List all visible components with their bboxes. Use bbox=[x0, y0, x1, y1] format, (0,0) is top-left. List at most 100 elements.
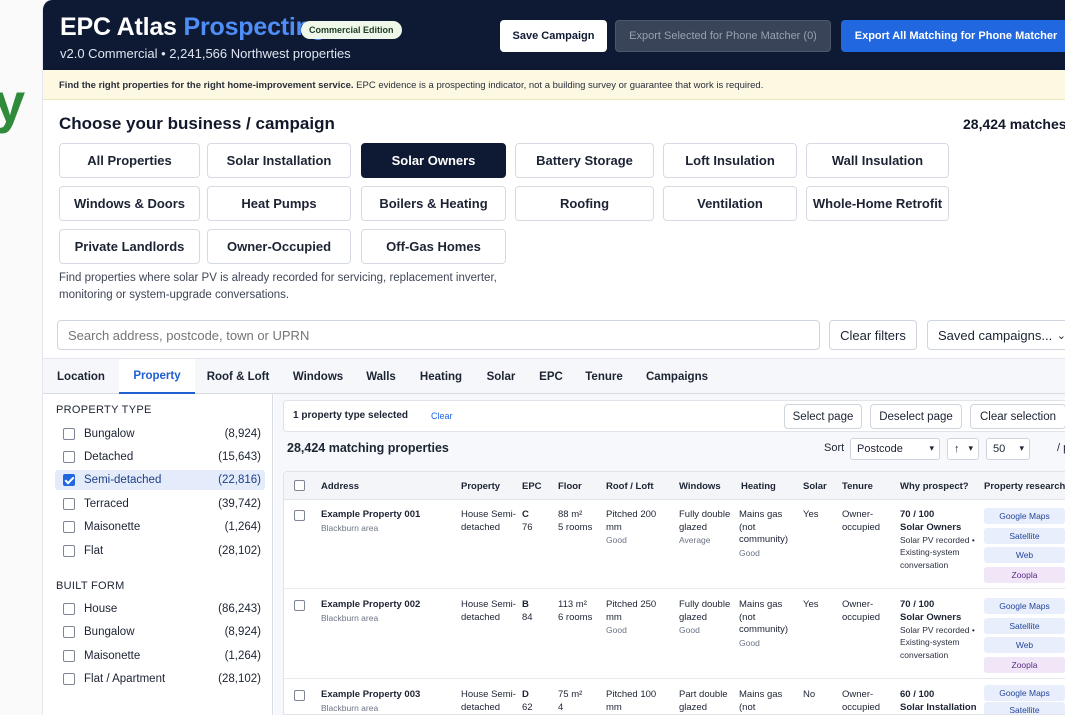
checkbox[interactable] bbox=[63, 498, 75, 510]
checkbox-checked[interactable] bbox=[63, 474, 75, 486]
col-why-prospect[interactable]: Why prospect? bbox=[900, 481, 969, 492]
checkbox[interactable] bbox=[63, 650, 75, 662]
campaign-boilers-heating[interactable]: Boilers & Heating bbox=[361, 186, 506, 221]
web-button[interactable]: Web bbox=[984, 637, 1065, 653]
campaign-windows-doors[interactable]: Windows & Doors bbox=[59, 186, 200, 221]
google-maps-button[interactable]: Google Maps bbox=[984, 508, 1065, 524]
prospect-campaign: Solar Installation bbox=[900, 701, 977, 713]
option-count: (8,924) bbox=[224, 626, 261, 638]
campaign-ventilation[interactable]: Ventilation bbox=[663, 186, 797, 221]
campaign-whole-home-retrofit[interactable]: Whole-Home Retrofit bbox=[806, 186, 949, 221]
google-maps-button[interactable]: Google Maps bbox=[984, 685, 1065, 701]
deselect-page-button[interactable]: Deselect page bbox=[870, 404, 962, 429]
campaign-loft-insulation[interactable]: Loft Insulation bbox=[663, 143, 797, 178]
tab-location[interactable]: Location bbox=[46, 359, 116, 394]
sort-select[interactable]: Postcode ▾ bbox=[850, 438, 940, 460]
rooms: 5 rooms bbox=[558, 521, 593, 533]
filter-option[interactable]: Flat / Apartment (28,102) bbox=[55, 669, 265, 689]
checkbox[interactable] bbox=[63, 521, 75, 533]
zoopla-button[interactable]: Zoopla bbox=[984, 567, 1065, 583]
select-all-checkbox[interactable] bbox=[294, 480, 305, 491]
row-checkbox[interactable] bbox=[294, 600, 305, 611]
checkbox[interactable] bbox=[63, 451, 75, 463]
clear-selection-button[interactable]: Clear selection bbox=[970, 404, 1065, 429]
checkbox[interactable] bbox=[63, 545, 75, 557]
export-selected-button[interactable]: Export Selected for Phone Matcher (0) bbox=[615, 20, 831, 52]
tab-tenure[interactable]: Tenure bbox=[579, 359, 629, 394]
chevron-down-icon: ▾ bbox=[929, 443, 934, 453]
campaign-roofing[interactable]: Roofing bbox=[515, 186, 654, 221]
roof-value: Pitched 100 mm bbox=[606, 689, 657, 713]
windows-value: Part double glazed bbox=[679, 689, 728, 713]
clear-filters-button[interactable]: Clear filters bbox=[829, 320, 917, 350]
campaign-all-properties[interactable]: All Properties bbox=[59, 143, 200, 178]
campaign-solar-owners[interactable]: Solar Owners bbox=[361, 143, 506, 178]
col-tenure[interactable]: Tenure bbox=[842, 481, 873, 492]
checkbox[interactable] bbox=[63, 626, 75, 638]
tab-roof-loft[interactable]: Roof & Loft bbox=[201, 359, 275, 394]
table-row[interactable]: Example Property 002 Blackburn area House… bbox=[284, 590, 1065, 679]
search-input[interactable] bbox=[57, 320, 820, 350]
campaign-heat-pumps[interactable]: Heat Pumps bbox=[207, 186, 351, 221]
filter-option[interactable]: Flat (28,102) bbox=[55, 541, 265, 561]
row-checkbox[interactable] bbox=[294, 510, 305, 521]
roof-cell: Pitched 200 mm Good bbox=[606, 509, 672, 547]
roof-value: Pitched 250 mm bbox=[606, 599, 657, 623]
filter-option[interactable]: Maisonette (1,264) bbox=[55, 646, 265, 666]
col-epc[interactable]: EPC bbox=[522, 481, 542, 492]
filter-option[interactable]: Detached (15,643) bbox=[55, 447, 265, 467]
filter-option[interactable]: Terraced (39,742) bbox=[55, 494, 265, 514]
campaign-off-gas-homes[interactable]: Off-Gas Homes bbox=[361, 229, 506, 264]
tab-campaigns[interactable]: Campaigns bbox=[641, 359, 713, 394]
col-roof-loft[interactable]: Roof / Loft bbox=[606, 481, 653, 492]
col-solar[interactable]: Solar bbox=[803, 481, 827, 492]
filter-option-selected[interactable]: Semi-detached (22,816) bbox=[55, 470, 265, 490]
campaign-owner-occupied[interactable]: Owner-Occupied bbox=[207, 229, 351, 264]
export-all-button[interactable]: Export All Matching for Phone Matcher bbox=[841, 20, 1065, 52]
tab-windows[interactable]: Windows bbox=[285, 359, 351, 394]
filter-option[interactable]: Maisonette (1,264) bbox=[55, 517, 265, 537]
campaign-solar-installation[interactable]: Solar Installation bbox=[207, 143, 351, 178]
web-button[interactable]: Web bbox=[984, 547, 1065, 563]
satellite-button[interactable]: Satellite bbox=[984, 702, 1065, 714]
tab-walls[interactable]: Walls bbox=[357, 359, 405, 394]
save-campaign-button[interactable]: Save Campaign bbox=[500, 20, 607, 52]
roof-cell: Pitched 250 mm Good bbox=[606, 599, 672, 637]
banner-text: EPC evidence is a prospecting indicator,… bbox=[353, 80, 764, 91]
checkbox[interactable] bbox=[63, 603, 75, 615]
saved-campaigns-select[interactable]: Saved campaigns... ⌄ bbox=[927, 320, 1065, 350]
row-checkbox[interactable] bbox=[294, 690, 305, 701]
select-page-button[interactable]: Select page bbox=[784, 404, 862, 429]
checkbox[interactable] bbox=[63, 428, 75, 440]
campaign-private-landlords[interactable]: Private Landlords bbox=[59, 229, 200, 264]
satellite-button[interactable]: Satellite bbox=[984, 618, 1065, 634]
checkbox[interactable] bbox=[63, 673, 75, 685]
col-address[interactable]: Address bbox=[321, 481, 359, 492]
sort-direction-select[interactable]: ↑ ▾ bbox=[947, 438, 979, 460]
col-windows[interactable]: Windows bbox=[679, 481, 721, 492]
col-heating[interactable]: Heating bbox=[741, 481, 776, 492]
tab-property[interactable]: Property bbox=[119, 359, 195, 394]
tab-epc[interactable]: EPC bbox=[533, 359, 569, 394]
epc-cell: D 62 bbox=[522, 689, 552, 714]
page-size-select[interactable]: 50 ▾ bbox=[986, 438, 1030, 460]
clear-selection-link[interactable]: Clear bbox=[431, 411, 453, 421]
option-label: Maisonette bbox=[84, 650, 141, 662]
tab-solar[interactable]: Solar bbox=[477, 359, 525, 394]
prospect-reason: Solar PV recorded • Existing-system conv… bbox=[900, 625, 975, 660]
campaign-wall-insulation[interactable]: Wall Insulation bbox=[806, 143, 949, 178]
table-row[interactable]: Example Property 003 Blackburn area House… bbox=[284, 680, 1065, 714]
col-property[interactable]: Property bbox=[461, 481, 500, 492]
epc-score: 62 bbox=[522, 701, 533, 713]
filter-option[interactable]: Bungalow (8,924) bbox=[55, 424, 265, 444]
campaign-battery-storage[interactable]: Battery Storage bbox=[515, 143, 654, 178]
address: Example Property 001 bbox=[321, 509, 421, 520]
zoopla-button[interactable]: Zoopla bbox=[984, 657, 1065, 673]
tab-heating[interactable]: Heating bbox=[413, 359, 469, 394]
satellite-button[interactable]: Satellite bbox=[984, 528, 1065, 544]
filter-option[interactable]: House (86,243) bbox=[55, 599, 265, 619]
table-row[interactable]: Example Property 001 Blackburn area House… bbox=[284, 500, 1065, 589]
col-floor[interactable]: Floor bbox=[558, 481, 582, 492]
google-maps-button[interactable]: Google Maps bbox=[984, 598, 1065, 614]
filter-option[interactable]: Bungalow (8,924) bbox=[55, 622, 265, 642]
